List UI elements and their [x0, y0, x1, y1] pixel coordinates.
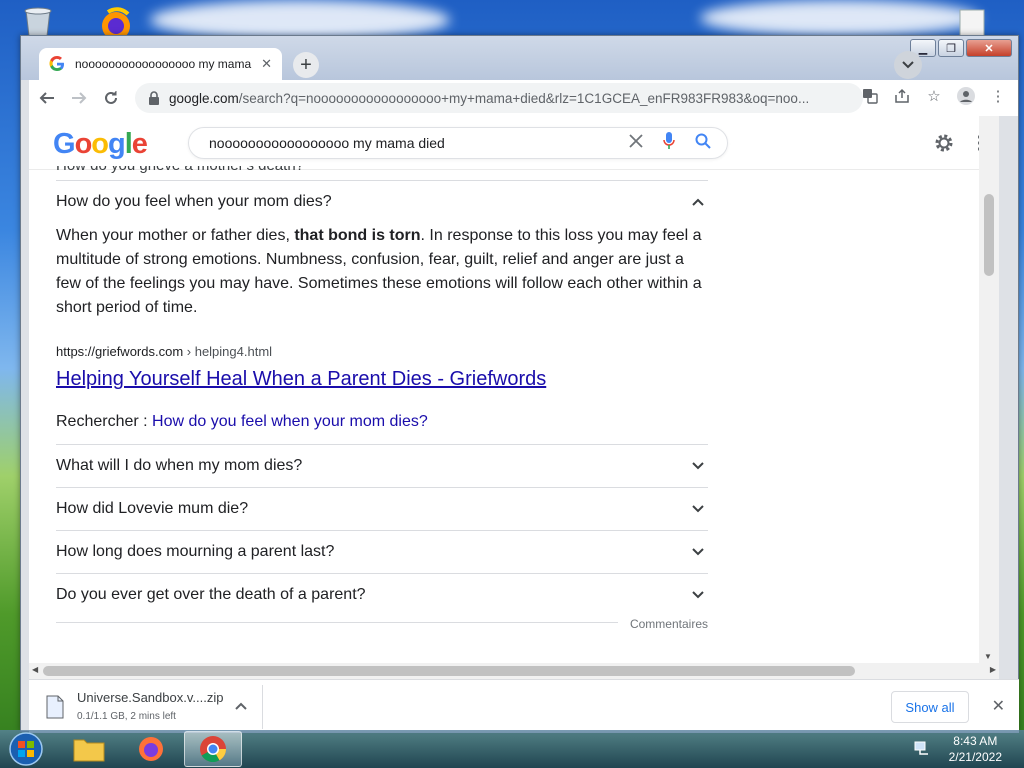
related-question-text: What will I do when my mom dies?: [56, 457, 303, 474]
firefox-icon: [139, 737, 163, 761]
close-download-bar-icon[interactable]: ✕: [992, 696, 1005, 716]
google-logo[interactable]: Google: [53, 128, 148, 161]
cut-off-question: How do you grieve a mother's death?: [56, 166, 708, 180]
tab-google-search[interactable]: nooooooooooooooooo my mama died - Google…: [39, 48, 282, 80]
taskbar-firefox[interactable]: [122, 731, 180, 767]
share-icon[interactable]: [890, 84, 914, 108]
search-submit-icon[interactable]: [695, 133, 711, 154]
back-button[interactable]: [33, 84, 61, 112]
clock-date: 2/21/2022: [948, 750, 1002, 764]
search-for-question: Rechercher : How do you feel when your m…: [56, 413, 708, 444]
file-icon: [46, 695, 64, 719]
bookmark-star-icon[interactable]: ☆: [922, 84, 946, 108]
google-favicon-icon: [49, 56, 65, 72]
reload-icon: [105, 91, 117, 104]
scroll-right-arrow-icon[interactable]: ▶: [990, 665, 996, 674]
tab-search-button[interactable]: [894, 51, 922, 79]
chevron-up-icon[interactable]: [688, 192, 708, 212]
search-box: [188, 127, 728, 159]
lock-icon[interactable]: [147, 91, 161, 105]
search-box-actions: [629, 132, 711, 155]
related-question[interactable]: How long does mourning a parent last?: [56, 530, 708, 573]
expanded-question[interactable]: How do you feel when your mom dies?: [56, 181, 708, 223]
question-text: How do you feel when your mom dies?: [56, 193, 332, 210]
url-path: /search?q=nooooooooooooooooo+my+mama+die…: [238, 90, 810, 106]
answer-bold: that bond is torn: [294, 227, 421, 244]
address-bar[interactable]: google.com/search?q=nooooooooooooooooo+m…: [135, 83, 863, 113]
search-prefix: Rechercher :: [56, 413, 153, 430]
back-arrow-icon: [39, 92, 54, 104]
related-question[interactable]: Do you ever get over the death of a pare…: [56, 573, 708, 616]
start-button[interactable]: [4, 731, 48, 767]
chrome-icon: [200, 736, 227, 763]
system-clock[interactable]: 8:43 AM 2/21/2022: [949, 733, 1002, 765]
cite-domain: https://griefwords.com: [56, 344, 184, 359]
related-question[interactable]: What will I do when my mom dies?: [56, 444, 708, 487]
reload-button[interactable]: [97, 84, 125, 112]
answer-text-1: When your mother or father dies,: [56, 227, 295, 244]
forward-arrow-icon: [72, 92, 87, 104]
download-file-name: Universe.Sandbox.v....zip: [77, 690, 224, 705]
download-item[interactable]: Universe.Sandbox.v....zip 0.1/1.1 GB, 2 …: [37, 685, 263, 729]
scroll-down-arrow-icon[interactable]: ▼: [984, 652, 992, 661]
network-tray-icon[interactable]: [914, 740, 932, 761]
feedback-row: Commentaires: [56, 617, 708, 642]
chrome-window: ▁ ❐ ✕ nooooooooooooooooo my mama died - …: [20, 35, 1019, 733]
vertical-scrollbar[interactable]: ▼: [979, 116, 999, 663]
tab-close-icon[interactable]: ✕: [261, 56, 272, 72]
cite-path: › helping4.html: [183, 344, 273, 359]
chevron-down-icon[interactable]: [688, 499, 708, 519]
folder-icon: [73, 739, 105, 762]
forward-button[interactable]: [65, 84, 93, 112]
profile-avatar-icon[interactable]: [954, 84, 978, 108]
google-header: Google: [29, 116, 999, 170]
related-question-text: Do you ever get over the death of a pare…: [56, 586, 366, 603]
translate-icon[interactable]: [858, 84, 882, 108]
feedback-link[interactable]: Commentaires: [617, 617, 708, 631]
show-all-button[interactable]: Show all: [891, 691, 969, 723]
horizontal-scroll-thumb[interactable]: [43, 666, 855, 676]
toolbar-actions: ☆ ⋮: [858, 84, 1010, 108]
taskbar-explorer[interactable]: [60, 731, 118, 767]
taskbar-chrome[interactable]: [184, 731, 242, 767]
new-tab-button[interactable]: +: [293, 52, 319, 78]
tab-title: nooooooooooooooooo my mama died - Google…: [75, 57, 255, 71]
browser-toolbar: google.com/search?q=nooooooooooooooooo+m…: [29, 80, 1018, 116]
tab-strip: nooooooooooooooooo my mama died - Google…: [29, 44, 1018, 80]
chevron-down-icon[interactable]: [688, 542, 708, 562]
related-question-text: How long does mourning a parent last?: [56, 543, 335, 560]
related-questions-list: What will I do when my mom dies? How did…: [56, 444, 708, 616]
download-bar: Universe.Sandbox.v....zip 0.1/1.1 GB, 2 …: [29, 679, 1019, 733]
chevron-up-icon[interactable]: [235, 699, 247, 713]
clock-time: 8:43 AM: [953, 734, 998, 748]
taskbar: 8:43 AM 2/21/2022: [0, 730, 1024, 768]
related-question[interactable]: How did Lovevie mum die?: [56, 487, 708, 530]
answer-snippet: When your mother or father dies, that bo…: [56, 224, 708, 320]
clear-search-icon[interactable]: [629, 134, 643, 153]
chevron-down-icon[interactable]: [688, 585, 708, 605]
horizontal-scrollbar[interactable]: ◀ ▶: [29, 663, 999, 679]
settings-gear-icon[interactable]: [933, 132, 955, 159]
scroll-left-arrow-icon[interactable]: ◀: [32, 665, 38, 674]
related-question-text: How did Lovevie mum die?: [56, 500, 249, 517]
page-viewport: Google nooooooooooooooooo my mama died H…: [29, 116, 999, 663]
search-input[interactable]: [209, 135, 589, 151]
chrome-menu-icon[interactable]: ⋮: [986, 84, 1010, 108]
result-citation: https://griefwords.com › helping4.html: [56, 344, 708, 359]
address-url: google.com/search?q=nooooooooooooooooo+m…: [169, 91, 809, 106]
vertical-scroll-thumb[interactable]: [984, 194, 994, 276]
search-question-link[interactable]: How do you feel when your mom dies?: [152, 413, 428, 430]
url-domain: google.com: [169, 90, 239, 106]
download-status: 0.1/1.1 GB, 2 mins left: [77, 711, 176, 722]
result-title-link[interactable]: Helping Yourself Heal When a Parent Dies…: [56, 368, 708, 391]
chevron-down-icon[interactable]: [688, 456, 708, 476]
voice-search-icon[interactable]: [663, 132, 675, 155]
results-content: How do you grieve a mother's death? How …: [56, 166, 708, 642]
